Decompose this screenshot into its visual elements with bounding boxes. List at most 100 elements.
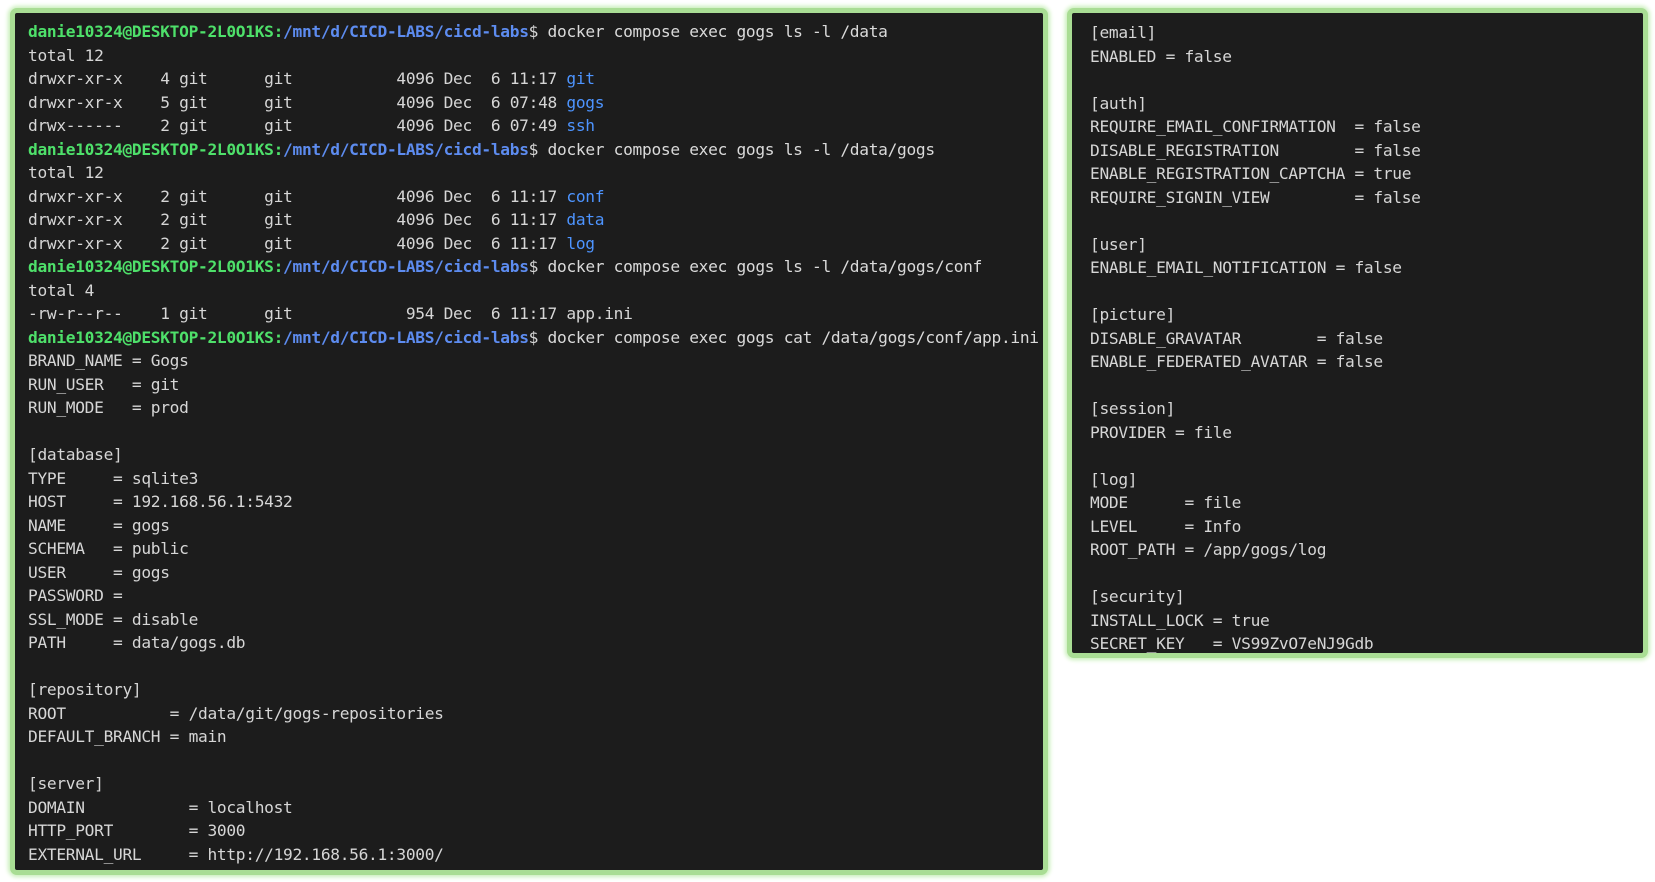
output-text: PATH = data/gogs.db <box>28 633 246 652</box>
output-text: INSTALL_LOCK = true <box>1090 610 1270 630</box>
output-line: INSTALL_LOCK = true <box>1090 609 1643 633</box>
output-text: EXTERNAL_URL = http://192.168.56.1:3000/ <box>28 844 444 864</box>
output-line: PATH = data/gogs.db <box>28 631 1043 655</box>
listing-entry: drwx------ 2 git git 4096 Dec 6 07:49 ss… <box>28 114 1043 138</box>
output-text: SECRET_KEY = VS99ZvO7eNJ9Gdb <box>1090 634 1374 653</box>
listing-entry: drwxr-xr-x 4 git git 4096 Dec 6 11:17 gi… <box>28 67 1043 91</box>
output-line: EXTERNAL_URL = http://192.168.56.1:3000/ <box>28 843 1043 867</box>
listing-entry: drwxr-xr-x 2 git git 4096 Dec 6 11:17 co… <box>28 185 1043 209</box>
terminal-window-left[interactable]: danie10324@DESKTOP-2L0O1KS:/mnt/d/CICD-L… <box>10 8 1048 875</box>
output-text: total 12 <box>28 163 104 182</box>
prompt-colon: : <box>273 257 284 276</box>
output-line: DISABLE_GRAVATAR = false <box>1090 327 1643 351</box>
prompt-path: /mnt/d/CICD-LABS/cicd-labs <box>283 327 529 347</box>
prompt-colon: : <box>273 22 284 41</box>
entry-attributes: drwx------ 2 git git 4096 Dec 6 07:49 <box>28 116 567 135</box>
output-line: NAME = gogs <box>28 514 1043 538</box>
output-line: PROVIDER = file <box>1090 421 1643 445</box>
output-line: REQUIRE_EMAIL_CONFIRMATION = false <box>1090 115 1643 139</box>
output-line: HTTP_PORT = 3000 <box>28 819 1043 843</box>
output-text: ENABLED = false <box>1090 46 1232 66</box>
output-line: SECRET_KEY = VS99ZvO7eNJ9Gdb <box>1090 632 1643 653</box>
command-line: danie10324@DESKTOP-2L0O1KS:/mnt/d/CICD-L… <box>28 255 1043 279</box>
prompt-path: /mnt/d/CICD-LABS/cicd-labs <box>283 257 529 276</box>
listing-entry: drwxr-xr-x 2 git git 4096 Dec 6 11:17 lo… <box>28 232 1043 256</box>
output-line: LEVEL = Info <box>1090 515 1643 539</box>
output-text: TYPE = sqlite3 <box>28 468 199 488</box>
entry-attributes: drwxr-xr-x 5 git git 4096 Dec 6 07:48 <box>28 92 567 112</box>
output-text: PASSWORD = <box>28 586 123 605</box>
directory-name: conf <box>566 186 605 206</box>
output-text: ENABLE_FEDERATED_AVATAR = false <box>1090 352 1383 371</box>
output-line: [repository] <box>28 678 1043 702</box>
prompt-symbol: $ <box>528 257 548 276</box>
output-text: HTTP_PORT = 3000 <box>28 821 246 840</box>
output-text: [log] <box>1090 469 1138 489</box>
command-line: danie10324@DESKTOP-2L0O1KS:/mnt/d/CICD-L… <box>28 138 1043 162</box>
terminal-window-right[interactable]: [email] ENABLED = false [auth] REQUIRE_EMAI… <box>1067 8 1648 658</box>
output-text: RUN_USER = git <box>28 374 180 394</box>
output-line: [email] <box>1090 21 1643 45</box>
output-text: MODE = file <box>1090 493 1242 512</box>
output-line: [picture] <box>1090 303 1643 327</box>
terminal-output-right: [email] ENABLED = false [auth] REQUIRE_EMAI… <box>1090 21 1643 653</box>
output-line: RUN_MODE = prod <box>28 396 1043 420</box>
output-line: ROOT = /data/git/gogs-repositories <box>28 702 1043 726</box>
output-line: HOST = 192.168.56.1:5432 <box>28 490 1043 514</box>
output-text: PROVIDER = file <box>1090 422 1232 442</box>
listing-entry: -rw-r--r-- 1 git git 954 Dec 6 11:17 app… <box>28 302 1043 326</box>
output-text: DISABLE_REGISTRATION = false <box>1090 140 1421 160</box>
entry-attributes: -rw-r--r-- 1 git git 954 Dec 6 11:17 <box>28 304 567 323</box>
output-line: RUN_USER = git <box>28 373 1043 397</box>
output-text: DEFAULT_BRANCH = main <box>28 727 227 746</box>
output-text: BRAND_NAME = Gogs <box>28 351 189 370</box>
output-text: [auth] <box>1090 93 1147 113</box>
output-line: [auth] <box>1090 92 1643 116</box>
output-line: [user] <box>1090 233 1643 257</box>
output-text: SSL_MODE = disable <box>28 609 199 629</box>
output-line: [log] <box>1090 468 1643 492</box>
directory-name: ssh <box>566 116 595 135</box>
output-text: ROOT_PATH = /app/gogs/log <box>1090 540 1327 559</box>
output-line: total 12 <box>28 161 1043 185</box>
directory-name: log <box>566 233 595 253</box>
command-text: docker compose exec gogs cat /data/gogs/… <box>547 327 1039 347</box>
entry-attributes: drwxr-xr-x 4 git git 4096 Dec 6 11:17 <box>28 69 567 88</box>
output-text: [security] <box>1090 587 1185 606</box>
listing-entry: drwxr-xr-x 5 git git 4096 Dec 6 07:48 go… <box>28 91 1043 115</box>
prompt-user-host: danie10324@DESKTOP-2L0O1KS <box>28 139 274 159</box>
output-text: USER = gogs <box>28 562 170 582</box>
output-text: [user] <box>1090 234 1147 254</box>
listing-entry: drwxr-xr-x 2 git git 4096 Dec 6 11:17 da… <box>28 208 1043 232</box>
output-text: REQUIRE_SIGNIN_VIEW = false <box>1090 187 1421 207</box>
output-text: RUN_MODE = prod <box>28 398 189 417</box>
output-line: DOMAIN = localhost <box>28 796 1043 820</box>
prompt-symbol: $ <box>528 327 548 347</box>
command-line: danie10324@DESKTOP-2L0O1KS:/mnt/d/CICD-L… <box>28 20 1043 44</box>
terminal-output-left: danie10324@DESKTOP-2L0O1KS:/mnt/d/CICD-L… <box>28 20 1043 866</box>
output-line: [security] <box>1090 585 1643 609</box>
command-line: danie10324@DESKTOP-2L0O1KS:/mnt/d/CICD-L… <box>28 326 1043 350</box>
command-text: docker compose exec gogs ls -l /data/gog… <box>547 257 983 276</box>
output-line: ENABLE_FEDERATED_AVATAR = false <box>1090 350 1643 374</box>
prompt-symbol: $ <box>528 22 548 41</box>
entry-attributes: drwxr-xr-x 2 git git 4096 Dec 6 11:17 <box>28 186 567 206</box>
directory-name: gogs <box>566 92 605 112</box>
output-line: ENABLED = false <box>1090 45 1643 69</box>
directory-name: data <box>566 210 605 229</box>
output-line: ENABLE_EMAIL_NOTIFICATION = false <box>1090 256 1643 280</box>
output-text: DISABLE_GRAVATAR = false <box>1090 328 1383 348</box>
output-text: total 4 <box>28 280 95 300</box>
prompt-path: /mnt/d/CICD-LABS/cicd-labs <box>283 22 529 41</box>
command-text: docker compose exec gogs ls -l /data/gog… <box>547 139 936 159</box>
prompt-symbol: $ <box>528 139 548 159</box>
output-line: total 12 <box>28 44 1043 68</box>
prompt-path: /mnt/d/CICD-LABS/cicd-labs <box>283 139 529 159</box>
